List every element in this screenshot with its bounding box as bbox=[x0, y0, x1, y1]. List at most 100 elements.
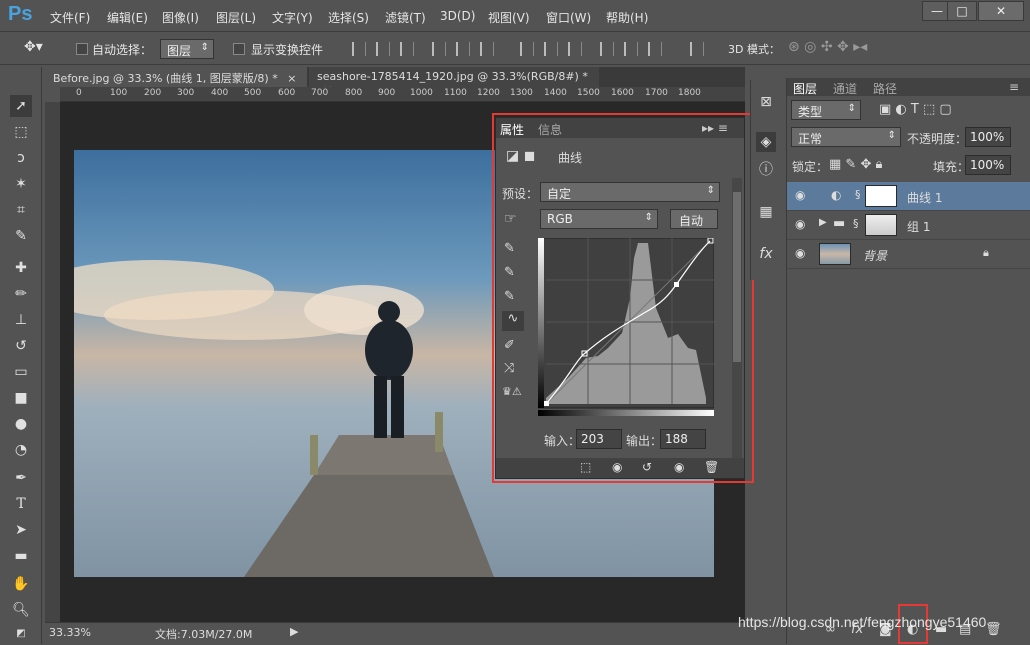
distribute-bottom-icon[interactable] bbox=[568, 42, 582, 56]
ruler-label: 1400 bbox=[544, 88, 567, 98]
group-mask-thumbnail[interactable] bbox=[865, 214, 897, 236]
panel-menu-icon[interactable]: ≡ bbox=[1009, 80, 1019, 94]
align-hcenter-icon[interactable] bbox=[456, 42, 470, 56]
layer-row-background[interactable]: ◉ 背景 🔒︎ bbox=[787, 240, 1030, 269]
watermark-text: https://blog.csdn.net/fengzhongye51460 bbox=[738, 614, 987, 630]
3d-tools-icon[interactable]: ⊛ ◎ ✣ ✥ ▸◂ bbox=[788, 39, 867, 55]
maximize-button[interactable]: □ bbox=[947, 1, 977, 21]
distribute-left-icon[interactable] bbox=[600, 42, 614, 56]
gradient-tool-icon[interactable]: ■ bbox=[10, 387, 32, 409]
lock-icon: 🔒︎ bbox=[983, 246, 989, 259]
eye-icon[interactable]: ◉ bbox=[795, 217, 805, 231]
tab-channels[interactable]: 通道 bbox=[833, 80, 857, 97]
menu-edit[interactable]: 编辑(E) bbox=[107, 9, 148, 26]
ruler-label: 800 bbox=[345, 88, 363, 98]
eye-icon[interactable]: ◉ bbox=[795, 188, 805, 202]
align-top-icon[interactable] bbox=[352, 42, 366, 56]
tab-close-icon[interactable]: × bbox=[287, 72, 296, 85]
eyedropper-tool-icon[interactable]: ✎ bbox=[10, 225, 32, 247]
layer-row-curves[interactable]: ◉ ◐ § 曲线 1 bbox=[787, 182, 1030, 211]
menu-file[interactable]: 文件(F) bbox=[50, 9, 90, 26]
options-bar: ✥▾ 自动选择： 图层 显示变换控件 3D 模式： ⊛ ◎ ✣ ✥ ▸◂ bbox=[0, 33, 1030, 65]
tab-paths[interactable]: 路径 bbox=[873, 80, 897, 97]
zoom-level[interactable]: 33.33% bbox=[49, 626, 91, 639]
layer-name[interactable]: 组 1 bbox=[907, 218, 930, 235]
rectangle-tool-icon[interactable]: ▬ bbox=[10, 545, 32, 567]
path-select-tool-icon[interactable]: ➤ bbox=[10, 519, 32, 541]
close-button[interactable]: ✕ bbox=[978, 1, 1024, 21]
color-swatches-icon[interactable]: ◩ bbox=[10, 623, 32, 645]
blend-mode-dropdown[interactable]: 正常 bbox=[791, 127, 901, 147]
distribute-right-icon[interactable] bbox=[648, 42, 662, 56]
layer-name[interactable]: 曲线 1 bbox=[907, 189, 942, 206]
opacity-field[interactable]: 100% bbox=[965, 127, 1011, 147]
menu-image[interactable]: 图像(I) bbox=[162, 9, 199, 26]
delete-layer-icon[interactable]: 🗑︎ bbox=[985, 622, 1002, 637]
magic-wand-tool-icon[interactable]: ✶ bbox=[10, 173, 32, 195]
move-tool-icon[interactable]: ➚ bbox=[10, 95, 32, 117]
history-panel-icon[interactable]: ⊠ bbox=[756, 92, 776, 112]
ruler-label: 1300 bbox=[510, 88, 533, 98]
auto-select-dropdown[interactable]: 图层 bbox=[160, 39, 214, 59]
menu-layer[interactable]: 图层(L) bbox=[216, 9, 256, 26]
ruler-label: 1600 bbox=[611, 88, 634, 98]
menu-view[interactable]: 视图(V) bbox=[488, 9, 530, 26]
history-brush-tool-icon[interactable]: ↺ bbox=[10, 335, 32, 357]
distribute-top-icon[interactable] bbox=[520, 42, 534, 56]
menu-help[interactable]: 帮助(H) bbox=[606, 9, 648, 26]
auto-select-checkbox[interactable] bbox=[76, 43, 88, 55]
info-panel-icon[interactable]: ⓘ bbox=[756, 160, 776, 180]
menu-window[interactable]: 窗口(W) bbox=[546, 9, 591, 26]
menu-bar: Ps 文件(F) 编辑(E) 图像(I) 图层(L) 文字(Y) 选择(S) 滤… bbox=[0, 0, 1030, 32]
tab-seashore[interactable]: seashore-1785414_1920.jpg @ 33.3%(RGB/8#… bbox=[309, 67, 599, 96]
align-right-icon[interactable] bbox=[480, 42, 494, 56]
lock-icons[interactable]: ▦ ✎ ✥ 🔒︎ bbox=[829, 157, 882, 172]
tab-layers[interactable]: 图层 bbox=[793, 80, 817, 97]
hand-tool-icon[interactable]: ✋ bbox=[10, 573, 32, 595]
menu-select[interactable]: 选择(S) bbox=[328, 9, 369, 26]
healing-brush-tool-icon[interactable]: ✚ bbox=[10, 257, 32, 279]
status-menu-arrow-icon[interactable]: ▶ bbox=[290, 625, 298, 638]
blur-tool-icon[interactable]: ● bbox=[10, 413, 32, 435]
auto-align-icon[interactable] bbox=[690, 42, 704, 56]
layer-mask-thumbnail[interactable] bbox=[865, 185, 897, 207]
link-icon[interactable]: § bbox=[853, 217, 859, 230]
marquee-tool-icon[interactable]: ⬚ bbox=[10, 121, 32, 143]
menu-type[interactable]: 文字(Y) bbox=[272, 9, 313, 26]
align-left-icon[interactable] bbox=[432, 42, 446, 56]
align-vcenter-icon[interactable] bbox=[376, 42, 390, 56]
distribute-vcenter-icon[interactable] bbox=[544, 42, 558, 56]
styles-panel-icon[interactable]: fx bbox=[756, 244, 776, 264]
layer-row-group[interactable]: ◉ ▶ ▬ § 组 1 bbox=[787, 211, 1030, 240]
eye-icon[interactable]: ◉ bbox=[795, 246, 805, 260]
tab-seashore-label: seashore-1785414_1920.jpg @ 33.3%(RGB/8#… bbox=[317, 70, 588, 83]
stamp-tool-icon[interactable]: ⊥ bbox=[10, 309, 32, 331]
pen-tool-icon[interactable]: ✒ bbox=[10, 467, 32, 489]
type-tool-icon[interactable]: T bbox=[10, 493, 32, 515]
mode-3d-label: 3D 模式： bbox=[728, 43, 780, 56]
brush-tool-icon[interactable]: ✏ bbox=[10, 283, 32, 305]
dodge-tool-icon[interactable]: ◔ bbox=[10, 439, 32, 461]
layer-filter-icons[interactable]: ▣ ◐ T ⬚ ▢ bbox=[879, 102, 952, 117]
background-thumbnail[interactable] bbox=[819, 243, 851, 265]
show-transform-checkbox[interactable] bbox=[233, 43, 245, 55]
menu-3d[interactable]: 3D(D) bbox=[440, 9, 475, 23]
crop-tool-icon[interactable]: ⌗ bbox=[10, 199, 32, 221]
distribute-hcenter-icon[interactable] bbox=[624, 42, 638, 56]
move-tool-icon[interactable]: ✥▾ bbox=[24, 39, 43, 55]
layer-name[interactable]: 背景 bbox=[863, 247, 887, 264]
eraser-tool-icon[interactable]: ▭ bbox=[10, 361, 32, 383]
fill-field[interactable]: 100% bbox=[965, 155, 1011, 175]
tab-before[interactable]: Before.jpg @ 33.3% (曲线 1, 图层蒙版/8) * × bbox=[45, 67, 307, 87]
expand-arrow-icon[interactable]: ▶ bbox=[819, 217, 827, 228]
adjustment-layer-icon: ◐ bbox=[831, 188, 842, 202]
document-tabs: Before.jpg @ 33.3% (曲线 1, 图层蒙版/8) * × se… bbox=[45, 67, 745, 96]
link-icon[interactable]: § bbox=[855, 188, 861, 201]
layer-filter-dropdown[interactable]: 类型 bbox=[791, 100, 861, 120]
zoom-tool-icon[interactable]: 🔍︎ bbox=[10, 599, 32, 621]
swatches-panel-icon[interactable]: ▦ bbox=[756, 202, 776, 222]
menu-filter[interactable]: 滤镜(T) bbox=[385, 9, 426, 26]
align-bottom-icon[interactable] bbox=[400, 42, 414, 56]
lasso-tool-icon[interactable]: ↄ bbox=[10, 147, 32, 169]
properties-panel-icon[interactable]: ◈ bbox=[756, 132, 776, 152]
